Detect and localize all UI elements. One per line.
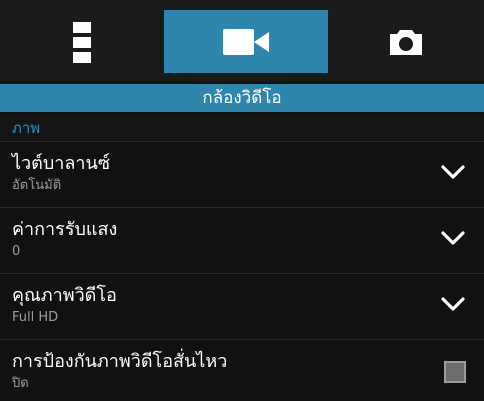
setting-video-quality[interactable]: คุณภาพวิดีโอ Full HD <box>0 275 484 340</box>
chevron-down-icon[interactable] <box>440 163 466 181</box>
setting-title: ไวต์บาลานซ์ <box>12 153 111 174</box>
tab-more[interactable] <box>0 10 164 73</box>
chevron-down-icon[interactable] <box>440 295 466 313</box>
stabilization-checkbox[interactable] <box>444 361 466 383</box>
setting-title: ค่าการรับแสง <box>12 219 118 240</box>
tab-video[interactable] <box>164 10 328 73</box>
setting-value: 0 <box>12 244 21 259</box>
section-header-image: ภาพ <box>0 114 484 142</box>
setting-value: Full HD <box>12 310 59 325</box>
mode-tab-bar <box>0 0 484 82</box>
setting-video-stabilization[interactable]: การป้องกันภาพวิดีโอสั่นไหว ปิด <box>0 341 484 401</box>
setting-exposure[interactable]: ค่าการรับแสง 0 <box>0 209 484 274</box>
setting-title: คุณภาพวิดีโอ <box>12 285 117 306</box>
setting-value: ปิด <box>12 376 29 391</box>
chevron-down-icon[interactable] <box>440 229 466 247</box>
camera-icon <box>390 29 422 55</box>
setting-white-balance[interactable]: ไวต์บาลานซ์ อัตโนมัติ <box>0 143 484 208</box>
camera-settings-panel: กล้องวิดีโอ ภาพ ไวต์บาลานซ์ อัตโนมัติ ค่… <box>0 0 484 401</box>
more-vertical-icon <box>73 21 91 63</box>
tab-photo[interactable] <box>328 10 484 73</box>
setting-title: การป้องกันภาพวิดีโอสั่นไหว <box>12 351 228 372</box>
page-title: กล้องวิดีโอ <box>0 84 484 112</box>
video-camera-icon <box>223 28 269 55</box>
setting-value: อัตโนมัติ <box>12 178 62 193</box>
